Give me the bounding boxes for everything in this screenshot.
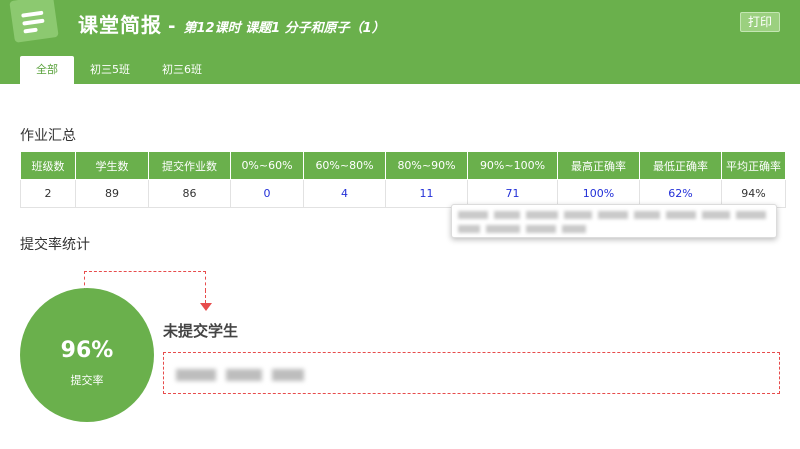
notepad-icon [9,0,59,43]
col-range-80-90: 80%~90% [385,151,468,180]
arrow-down-icon [200,303,212,311]
student-list-tooltip [451,204,777,238]
tab-all[interactable]: 全部 [20,56,74,84]
print-button[interactable]: 打印 [740,12,780,32]
lesson-title: 第12课时 课题1 分子和原子（1） [183,21,385,36]
homework-summary-table: 班级数 学生数 提交作业数 0%~60% 60%~80% 80%~90% 90%… [20,151,786,208]
col-average-accuracy: 平均正确率 [721,151,786,180]
col-range-0-60: 0%~60% [230,151,304,180]
page-title: 课堂简报 - 第12课时 课题1 分子和原子（1） [78,9,385,37]
submission-rate-circle: 96% 提交率 [20,288,154,422]
tab-class-5[interactable]: 初三5班 [74,56,146,84]
col-student-count: 学生数 [75,151,149,180]
class-tabs: 全部 初三5班 初三6班 [20,56,218,84]
cell-range-0-60-link[interactable]: 0 [230,179,304,208]
col-class-count: 班级数 [20,151,76,180]
homework-summary-title: 作业汇总 [20,128,76,144]
col-range-90-100: 90%~100% [467,151,558,180]
submission-stats-title: 提交率统计 [20,237,90,253]
app-title: 课堂简报 [78,13,162,37]
unsubmitted-students-title: 未提交学生 [163,322,239,340]
col-lowest-accuracy: 最低正确率 [639,151,722,180]
tab-class-6[interactable]: 初三6班 [146,56,218,84]
cell-submitted-count: 86 [148,179,231,208]
submission-rate-label: 提交率 [70,374,104,387]
unsubmitted-students-box [163,352,780,394]
connector-stem [205,290,206,303]
col-range-60-80: 60%~80% [303,151,386,180]
header-bar: 课堂简报 - 第12课时 课题1 分子和原子（1） 打印 全部 初三5班 初三6… [0,0,800,84]
cell-class-count: 2 [20,179,76,208]
cell-student-count: 89 [75,179,149,208]
submission-rate-value: 96% [60,338,114,363]
connector-line [84,271,206,291]
col-submitted-count: 提交作业数 [148,151,231,180]
col-highest-accuracy: 最高正确率 [557,151,640,180]
table-header-row: 班级数 学生数 提交作业数 0%~60% 60%~80% 80%~90% 90%… [20,151,786,180]
cell-range-60-80-link[interactable]: 4 [303,179,386,208]
title-separator: - [168,16,176,37]
